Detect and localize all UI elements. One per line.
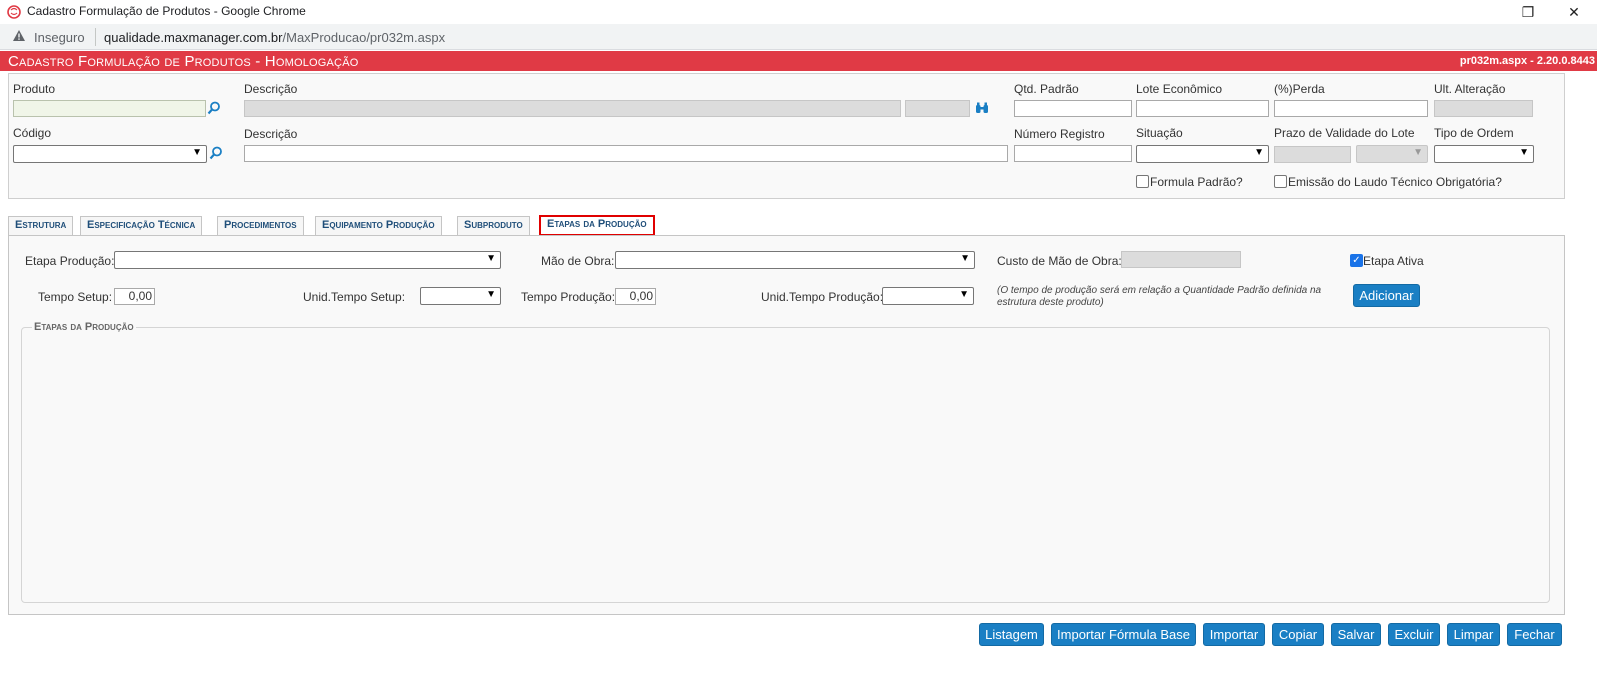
mao-de-obra-label: Mão de Obra: bbox=[541, 254, 615, 268]
url-text[interactable]: qualidade.maxmanager.com.br/MaxProducao/… bbox=[104, 30, 445, 45]
tempo-producao-note: (O tempo de produção será em relação a Q… bbox=[997, 285, 1337, 309]
note-line-2: estrutura deste produto) bbox=[997, 297, 1104, 308]
tab-estrutura[interactable]: Estrutura bbox=[8, 216, 74, 235]
descricao2-label: Descrição bbox=[244, 127, 298, 141]
etapa-producao-label: Etapa Produção: bbox=[25, 254, 115, 268]
chevron-down-icon: ▼ bbox=[1519, 147, 1529, 158]
ult-alteracao-label: Ult. Alteração bbox=[1434, 82, 1506, 96]
etapa-ativa-label: Etapa Ativa bbox=[1363, 254, 1424, 268]
copiar-button[interactable]: Copiar bbox=[1272, 623, 1324, 646]
chevron-down-icon: ▼ bbox=[486, 253, 496, 264]
url-host: qualidade.maxmanager.com.br bbox=[104, 30, 283, 45]
search-icon[interactable] bbox=[209, 146, 223, 160]
custo-mao-obra-label: Custo de Mão de Obra: bbox=[997, 254, 1122, 268]
fechar-button[interactable]: Fechar bbox=[1507, 623, 1562, 646]
page-title: Cadastro Formulação de Produtos - Homolo… bbox=[8, 53, 359, 70]
perda-label: (%)Perda bbox=[1274, 82, 1325, 96]
adicionar-button[interactable]: Adicionar bbox=[1353, 284, 1420, 307]
window-controls: ❐ ✕ bbox=[1505, 0, 1597, 24]
tipo-ordem-select[interactable]: ▼ bbox=[1434, 145, 1534, 163]
tempo-producao-label: Tempo Produção: bbox=[521, 290, 616, 304]
etapas-fieldset: Etapas da Produção bbox=[21, 321, 1550, 603]
lote-economico-input[interactable] bbox=[1136, 100, 1269, 117]
excluir-button[interactable]: Excluir bbox=[1388, 623, 1440, 646]
qtd-padrao-input[interactable] bbox=[1014, 100, 1132, 117]
restore-icon[interactable]: ❐ bbox=[1505, 0, 1551, 24]
formula-padrao-checkbox[interactable] bbox=[1136, 175, 1149, 188]
mao-de-obra-select[interactable]: ▼ bbox=[615, 251, 975, 269]
tempo-setup-label: Tempo Setup: bbox=[38, 290, 113, 304]
importar-formula-base-button[interactable]: Importar Fórmula Base bbox=[1051, 623, 1196, 646]
window-title: Cadastro Formulação de Produtos - Google… bbox=[27, 4, 306, 18]
numero-registro-input[interactable] bbox=[1014, 145, 1132, 162]
tab-especificacao-tecnica[interactable]: Especificação Técnica bbox=[80, 216, 203, 235]
unid-tempo-setup-label: Unid.Tempo Setup: bbox=[303, 290, 406, 304]
chevron-down-icon: ▼ bbox=[1413, 147, 1423, 158]
security-label: Inseguro bbox=[34, 30, 85, 45]
address-bar[interactable]: Inseguro qualidade.maxmanager.com.br/Max… bbox=[0, 24, 1597, 50]
etapa-ativa-checkbox[interactable]: ✓ bbox=[1350, 254, 1363, 267]
chevron-down-icon: ▼ bbox=[960, 253, 970, 264]
tab-equipamento-producao[interactable]: Equipamento Produção bbox=[315, 216, 442, 235]
produto-input[interactable] bbox=[13, 100, 206, 117]
chevron-down-icon: ▼ bbox=[486, 289, 496, 300]
warning-icon bbox=[13, 30, 25, 41]
etapa-producao-select[interactable]: ▼ bbox=[114, 251, 501, 269]
app-logo-icon bbox=[7, 5, 21, 19]
produto-label: Produto bbox=[13, 82, 56, 96]
emissao-laudo-label: Emissão do Laudo Técnico Obrigatória? bbox=[1288, 175, 1502, 189]
situacao-label: Situação bbox=[1136, 126, 1183, 140]
tempo-setup-input[interactable]: 0,00 bbox=[114, 288, 155, 305]
etapas-fieldset-legend: Etapas da Produção bbox=[32, 321, 136, 333]
tipo-ordem-label: Tipo de Ordem bbox=[1434, 126, 1514, 140]
note-line-1: (O tempo de produção será em relação a Q… bbox=[997, 285, 1322, 296]
page-header: Cadastro Formulação de Produtos - Homolo… bbox=[0, 51, 1597, 71]
numero-registro-label: Número Registro bbox=[1014, 127, 1105, 141]
descricao-label: Descrição bbox=[244, 82, 298, 96]
prazo-validade-unit-select: ▼ bbox=[1356, 145, 1428, 163]
url-path: /MaxProducao/pr032m.aspx bbox=[282, 30, 446, 45]
custo-mao-obra-readonly bbox=[1121, 251, 1241, 268]
descricao-extra-readonly bbox=[905, 100, 970, 117]
unid-tempo-producao-label: Unid.Tempo Produção: bbox=[761, 290, 884, 304]
descricao-readonly bbox=[244, 100, 901, 117]
version-label: pr032m.aspx - 2.20.0.8443 bbox=[1459, 55, 1595, 67]
lote-economico-label: Lote Econômico bbox=[1136, 82, 1223, 96]
tab-subproduto[interactable]: Subproduto bbox=[457, 216, 530, 235]
address-separator bbox=[95, 28, 96, 46]
prazo-validade-input bbox=[1274, 146, 1351, 163]
formula-padrao-label: Formula Padrão? bbox=[1150, 175, 1243, 189]
unid-tempo-setup-select[interactable]: ▼ bbox=[420, 287, 501, 305]
limpar-button[interactable]: Limpar bbox=[1447, 623, 1500, 646]
window-titlebar: Cadastro Formulação de Produtos - Google… bbox=[0, 0, 1597, 24]
situacao-select[interactable]: ▼ bbox=[1136, 145, 1269, 163]
chevron-down-icon: ▼ bbox=[1254, 147, 1264, 158]
search-icon[interactable] bbox=[207, 101, 221, 115]
tempo-producao-input[interactable]: 0,00 bbox=[615, 288, 656, 305]
perda-input[interactable] bbox=[1274, 100, 1428, 117]
prazo-validade-label: Prazo de Validade do Lote bbox=[1274, 126, 1415, 140]
descricao-input[interactable] bbox=[244, 145, 1008, 162]
codigo-select[interactable]: ▼ bbox=[13, 145, 207, 163]
close-icon[interactable]: ✕ bbox=[1551, 0, 1597, 24]
chevron-down-icon: ▼ bbox=[192, 147, 202, 158]
qtd-padrao-label: Qtd. Padrão bbox=[1014, 82, 1079, 96]
salvar-button[interactable]: Salvar bbox=[1331, 623, 1381, 646]
emissao-laudo-checkbox[interactable] bbox=[1274, 175, 1287, 188]
unid-tempo-producao-select[interactable]: ▼ bbox=[882, 287, 974, 305]
tab-etapas-producao[interactable]: Etapas da Produção bbox=[539, 215, 655, 236]
binoculars-icon[interactable] bbox=[975, 101, 989, 115]
tab-procedimentos[interactable]: Procedimentos bbox=[217, 216, 304, 235]
codigo-label: Código bbox=[13, 126, 52, 140]
ult-alteracao-readonly bbox=[1434, 100, 1533, 117]
listagem-button[interactable]: Listagem bbox=[979, 623, 1044, 646]
chevron-down-icon: ▼ bbox=[959, 289, 969, 300]
importar-button[interactable]: Importar bbox=[1203, 623, 1265, 646]
